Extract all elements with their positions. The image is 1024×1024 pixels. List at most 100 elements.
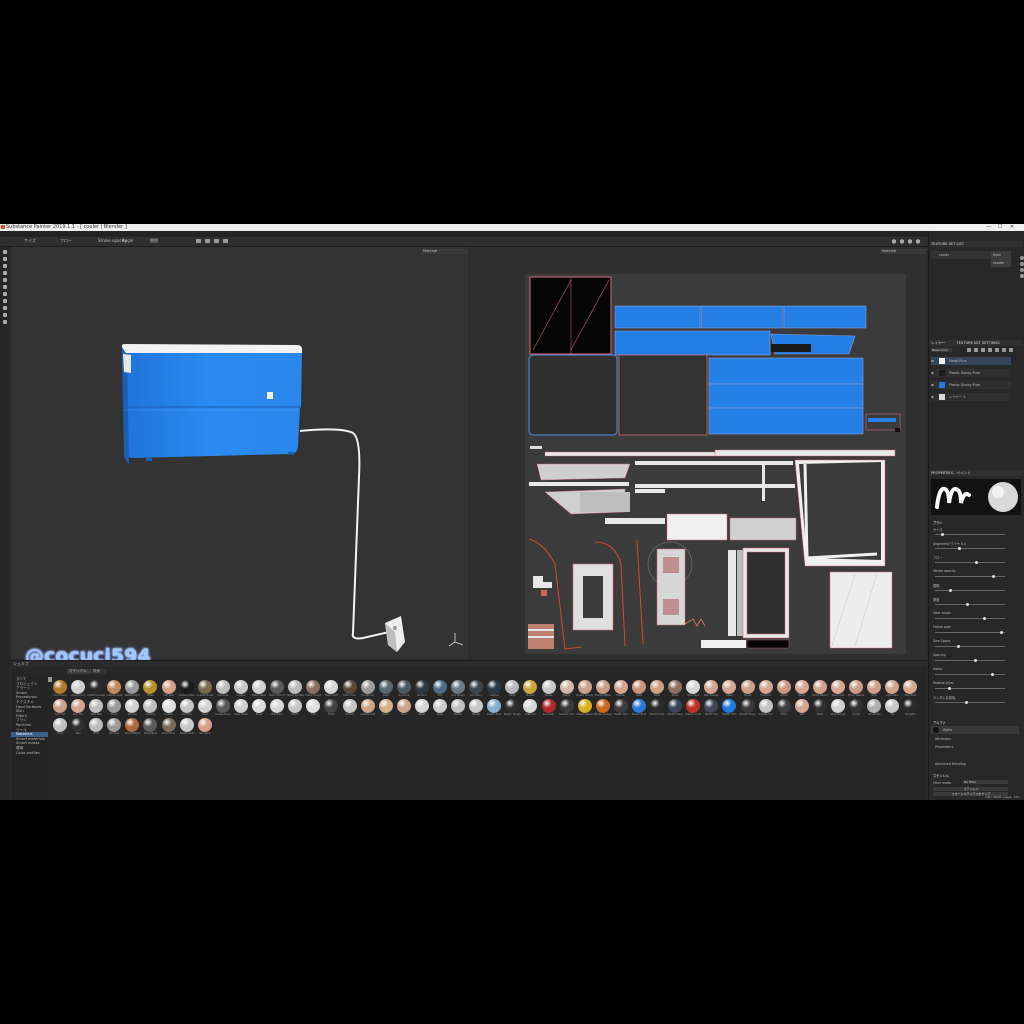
material-thumbnail[interactable]: Gold (377, 678, 395, 697)
material-thumbnail[interactable]: Bronze (123, 697, 141, 716)
material-thumbnail[interactable]: Stone (739, 678, 757, 697)
slider-knob[interactable] (983, 617, 986, 620)
material-thumbnail[interactable]: Wool (87, 716, 105, 735)
slider-knob[interactable] (957, 645, 960, 648)
flow-option[interactable]: フロー (60, 238, 72, 244)
slider-knob[interactable] (975, 561, 978, 564)
material-thumbnail[interactable]: Platinum (521, 697, 539, 716)
layer-row[interactable]: Plastic Glossy Pure (931, 381, 1011, 389)
property-slider[interactable] (935, 547, 1005, 550)
material-thumbnail[interactable]: Plastic Rough (503, 697, 521, 716)
material-thumbnail[interactable]: Brass (141, 678, 159, 697)
material-thumbnail[interactable]: Plaster (467, 697, 485, 716)
material-thumbnail[interactable]: Cast Iron (178, 697, 196, 716)
material-thumbnail[interactable]: Cobblestone (214, 697, 232, 716)
material-thumbnail[interactable]: Vinyl (51, 716, 69, 735)
material-thumbnail[interactable]: Wood Bark (141, 716, 159, 735)
material-thumbnail[interactable]: Iron (431, 678, 449, 697)
property-slider[interactable] (935, 659, 1005, 662)
material-thumbnail[interactable]: Chrome (141, 697, 159, 716)
shelf-filter-tag[interactable]: マテリアル (67, 669, 91, 674)
material-thumbnail[interactable]: Fabric (286, 697, 304, 716)
geometry-mask-icon[interactable] (3, 271, 7, 275)
slider-knob[interactable] (958, 547, 961, 550)
material-thumbnail[interactable]: Plastic Fine (485, 697, 503, 716)
angle-option[interactable]: Angle (122, 238, 133, 243)
material-thumbnail[interactable]: Tungsten (901, 697, 919, 716)
material-thumbnail[interactable]: Wood (793, 678, 811, 697)
material-thumbnail[interactable]: Skin Old (51, 697, 69, 716)
material-thumbnail[interactable]: Steel (720, 678, 738, 697)
material-thumbnail[interactable]: Cobalt (160, 697, 178, 716)
material-thumbnail[interactable]: Silver (666, 678, 684, 697)
material-thumbnail[interactable]: Suede (847, 697, 865, 716)
panel-icon[interactable] (1020, 256, 1024, 260)
material-thumbnail[interactable]: Fabric Denim (268, 678, 286, 697)
material-thumbnail[interactable]: Ground (413, 678, 431, 697)
viewport-2d[interactable]: Material (470, 247, 927, 659)
settings-icon[interactable] (3, 320, 7, 324)
material-thumbnail[interactable]: Wax (69, 716, 87, 735)
material-thumbnail[interactable]: Satin (775, 697, 793, 716)
material-thumbnail[interactable]: Fabric Rough (304, 678, 322, 697)
material-thumbnail[interactable]: Titanium (757, 678, 775, 697)
material-thumbnail[interactable]: Skin Face (684, 678, 702, 697)
material-thumbnail[interactable]: Coal (196, 697, 214, 716)
material-thumbnail[interactable]: Marble (521, 678, 539, 697)
material-thumbnail[interactable]: Plastic PVC (720, 697, 738, 716)
material-thumbnail[interactable]: Plastic Matte (594, 678, 612, 697)
material-thumbnail[interactable]: Plastic Coral (684, 697, 702, 716)
material-thumbnail[interactable]: Copper (232, 678, 250, 697)
material-thumbnail[interactable]: Plastic Soft (178, 716, 196, 735)
material-thumbnail[interactable]: Rock (105, 697, 123, 716)
material-thumbnail[interactable]: Porcelain (540, 697, 558, 716)
material-thumbnail[interactable]: Sand (648, 678, 666, 697)
material-thumbnail[interactable]: Wood Pine (160, 716, 178, 735)
advanced-blending-section[interactable]: Advanced Blending (935, 762, 966, 766)
material-thumbnail[interactable]: Rubber (612, 678, 630, 697)
eraser-icon[interactable] (3, 257, 7, 261)
material-thumbnail[interactable]: Dark Metal (232, 697, 250, 716)
alpha-slot[interactable]: Alpha (931, 726, 1019, 734)
material-thumbnail[interactable]: Pewter (449, 697, 467, 716)
layers-tab[interactable]: レイヤー (931, 341, 945, 345)
material-thumbnail[interactable]: Plastic Yellow (576, 697, 594, 716)
material-thumbnail[interactable]: Autumn Leaf (105, 678, 123, 697)
material-thumbnail[interactable]: Plastic Red (612, 697, 630, 716)
material-thumbnail[interactable]: Tin (883, 697, 901, 716)
property-slider[interactable] (935, 561, 1005, 564)
material-thumbnail[interactable]: Aluminium (69, 678, 87, 697)
viewport-2d-mode[interactable]: Material (880, 249, 926, 254)
slider-knob[interactable] (965, 701, 968, 704)
material-thumbnail[interactable]: Wood Walnut (847, 678, 865, 697)
material-thumbnail[interactable]: Plastic (558, 678, 576, 697)
material-thumbnail[interactable]: Pearl (431, 697, 449, 716)
eye-icon[interactable] (931, 396, 934, 398)
material-thumbnail[interactable]: Rubber Soft (558, 697, 576, 716)
material-thumbnail[interactable]: Felt (304, 697, 322, 716)
material-thumbnail[interactable]: Paper (413, 697, 431, 716)
material-thumbnail[interactable]: Slate (811, 697, 829, 716)
material-thumbnail[interactable]: Plastic Orange (594, 697, 612, 716)
slider-knob[interactable] (948, 687, 951, 690)
attributes-section[interactable]: Attributes (935, 737, 951, 741)
material-thumbnail[interactable]: Fabric Soft (322, 678, 340, 697)
layer-tool-icons[interactable] (967, 348, 1015, 353)
picker-icon[interactable] (3, 292, 7, 296)
material-thumbnail[interactable]: Coated Metal (196, 678, 214, 697)
panel-icon[interactable] (1020, 274, 1024, 278)
property-slider[interactable] (935, 645, 1005, 648)
texture-set-item[interactable]: cooler Main shader (931, 251, 1011, 267)
material-thumbnail[interactable]: Zinc (865, 678, 883, 697)
material-thumbnail[interactable]: Carbon Fiber (178, 678, 196, 697)
material-thumbnail[interactable]: Fabric Knitted (286, 678, 304, 697)
shelf-search-input[interactable]: 検索 (91, 669, 107, 674)
layer-row[interactable]: Metal Pure (931, 357, 1011, 365)
material-thumbnail[interactable]: Rust (630, 678, 648, 697)
spacing-option[interactable]: 間隔 (150, 238, 158, 244)
material-thumbnail[interactable]: Fabric Base (250, 678, 268, 697)
material-thumbnail[interactable]: Zirconia (105, 716, 123, 735)
layer-blend-select[interactable]: Base Color (931, 348, 952, 352)
minimize-button[interactable]: — (986, 224, 991, 231)
view-display-icons[interactable] (890, 238, 926, 245)
